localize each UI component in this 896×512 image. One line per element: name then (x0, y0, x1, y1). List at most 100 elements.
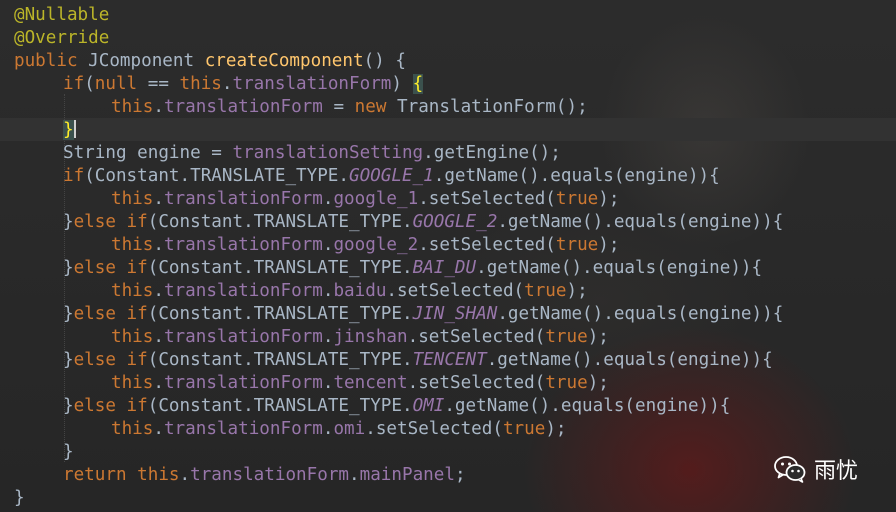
code-token: } (63, 442, 74, 462)
code-line: }else if(Constant.TRANSLATE_TYPE.OMI.get… (0, 395, 896, 418)
code-token: . (322, 235, 334, 255)
code-token: @Override (14, 28, 110, 48)
code-token: . (322, 281, 334, 301)
code-token: jinshan (333, 327, 408, 347)
code-token: true (545, 373, 588, 393)
code-token: == (147, 74, 180, 94)
code-token: .setSelected( (418, 235, 556, 255)
code-token: . (221, 74, 233, 94)
code-token: } (63, 304, 74, 324)
code-line: } (0, 441, 896, 464)
code-line: @Override (0, 27, 896, 50)
code-token: true (502, 419, 546, 439)
code-line: if(null == this.translationForm) { (0, 73, 896, 96)
code-token: . (153, 97, 164, 117)
code-token: . (153, 281, 164, 301)
code-token: translationForm (190, 465, 350, 485)
code-token: this (111, 189, 154, 209)
code-token: null (94, 74, 148, 94)
code-token: .getName().equals(engine)){ (444, 396, 731, 416)
code-token: . (322, 189, 334, 209)
code-token: ); (587, 327, 609, 347)
code-token: ( (84, 74, 95, 94)
code-token: else if (73, 304, 148, 324)
code-token: .getEngine(); (423, 143, 561, 163)
code-line: this.translationForm.baidu.setSelected(t… (0, 280, 896, 303)
code-token: OMI (412, 396, 445, 416)
code-token: true (555, 189, 599, 209)
code-token: this (111, 419, 154, 439)
code-line: this.translationForm = new TranslationFo… (0, 96, 896, 119)
code-token: BAI_DU (412, 258, 477, 278)
code-token: (Constant.TRANSLATE_TYPE. (147, 258, 413, 278)
code-line: } (0, 119, 896, 142)
code-line: this.translationForm.omi.setSelected(tru… (0, 418, 896, 441)
code-token: } (14, 488, 25, 508)
code-token: .getName().equals(engine)){ (476, 258, 763, 278)
code-token: else if (73, 212, 148, 232)
code-token: (Constant.TRANSLATE_TYPE. (147, 396, 413, 416)
code-token: .setSelected( (418, 189, 556, 209)
code-token: .setSelected( (407, 373, 546, 393)
code-line: }else if(Constant.TRANSLATE_TYPE.TENCENT… (0, 349, 896, 372)
code-line: public JComponent createComponent() { (0, 50, 896, 73)
code-token: . (322, 327, 334, 347)
code-token: this (111, 327, 154, 347)
code-token: .getName().equals(engine)){ (497, 304, 784, 324)
code-token: . (153, 189, 164, 209)
code-token: translationSetting (232, 143, 424, 163)
code-token: TENCENT (412, 350, 487, 370)
code-token: . (153, 235, 164, 255)
code-line: } (0, 487, 896, 510)
code-token: google_1 (333, 189, 419, 209)
code-token: JComponent (88, 51, 205, 71)
code-token: true (555, 235, 599, 255)
code-token: if (63, 166, 85, 186)
code-line: this.translationForm.jinshan.setSelected… (0, 326, 896, 349)
code-line: this.translationForm.google_1.setSelecte… (0, 188, 896, 211)
code-token: else if (73, 350, 148, 370)
code-token: .setSelected( (407, 327, 546, 347)
code-token: . (153, 373, 164, 393)
code-token: else if (73, 258, 148, 278)
code-token: true (524, 281, 567, 301)
code-token: . (349, 465, 360, 485)
code-line: this.translationForm.google_2.setSelecte… (0, 234, 896, 257)
code-token: translationForm (163, 281, 323, 301)
code-token: baidu (333, 281, 387, 301)
code-token: this (111, 97, 154, 117)
code-editor[interactable]: @Nullable @Override public JComponent cr… (0, 4, 896, 510)
code-token: } (63, 212, 74, 232)
code-token: ; (454, 465, 466, 485)
code-token: public (14, 51, 89, 71)
code-line: return this.translationForm.mainPanel; (0, 464, 896, 487)
code-token: (Constant.TRANSLATE_TYPE. (84, 166, 349, 186)
watermark-label: 雨忧 (813, 459, 858, 484)
code-token: (Constant.TRANSLATE_TYPE. (147, 350, 413, 370)
code-token: translationForm (163, 419, 323, 439)
code-token: String engine = (63, 143, 233, 163)
code-token: ); (598, 235, 620, 255)
code-token: ); (566, 281, 588, 301)
code-line: @Nullable (0, 4, 896, 27)
wechat-icon (774, 456, 806, 483)
code-token: translationForm (163, 235, 323, 255)
code-token: translationForm (163, 189, 323, 209)
code-token: } (63, 396, 74, 416)
code-token: this (111, 281, 154, 301)
code-token: ); (545, 419, 567, 439)
code-token: if (63, 74, 85, 94)
code-token: translationForm (232, 74, 392, 94)
code-token: mainPanel (359, 465, 455, 485)
code-token: . (153, 419, 164, 439)
code-line: }else if(Constant.TRANSLATE_TYPE.BAI_DU.… (0, 257, 896, 280)
code-token: . (179, 465, 191, 485)
code-token: return (63, 465, 138, 485)
code-token: . (153, 327, 164, 347)
code-token: tencent (333, 373, 408, 393)
code-token: @Nullable (14, 5, 110, 25)
code-token: JIN_SHAN (412, 304, 498, 324)
code-token: ); (598, 189, 620, 209)
code-token: .getName().equals(engine)){ (486, 350, 773, 370)
code-token: ) (391, 74, 413, 94)
